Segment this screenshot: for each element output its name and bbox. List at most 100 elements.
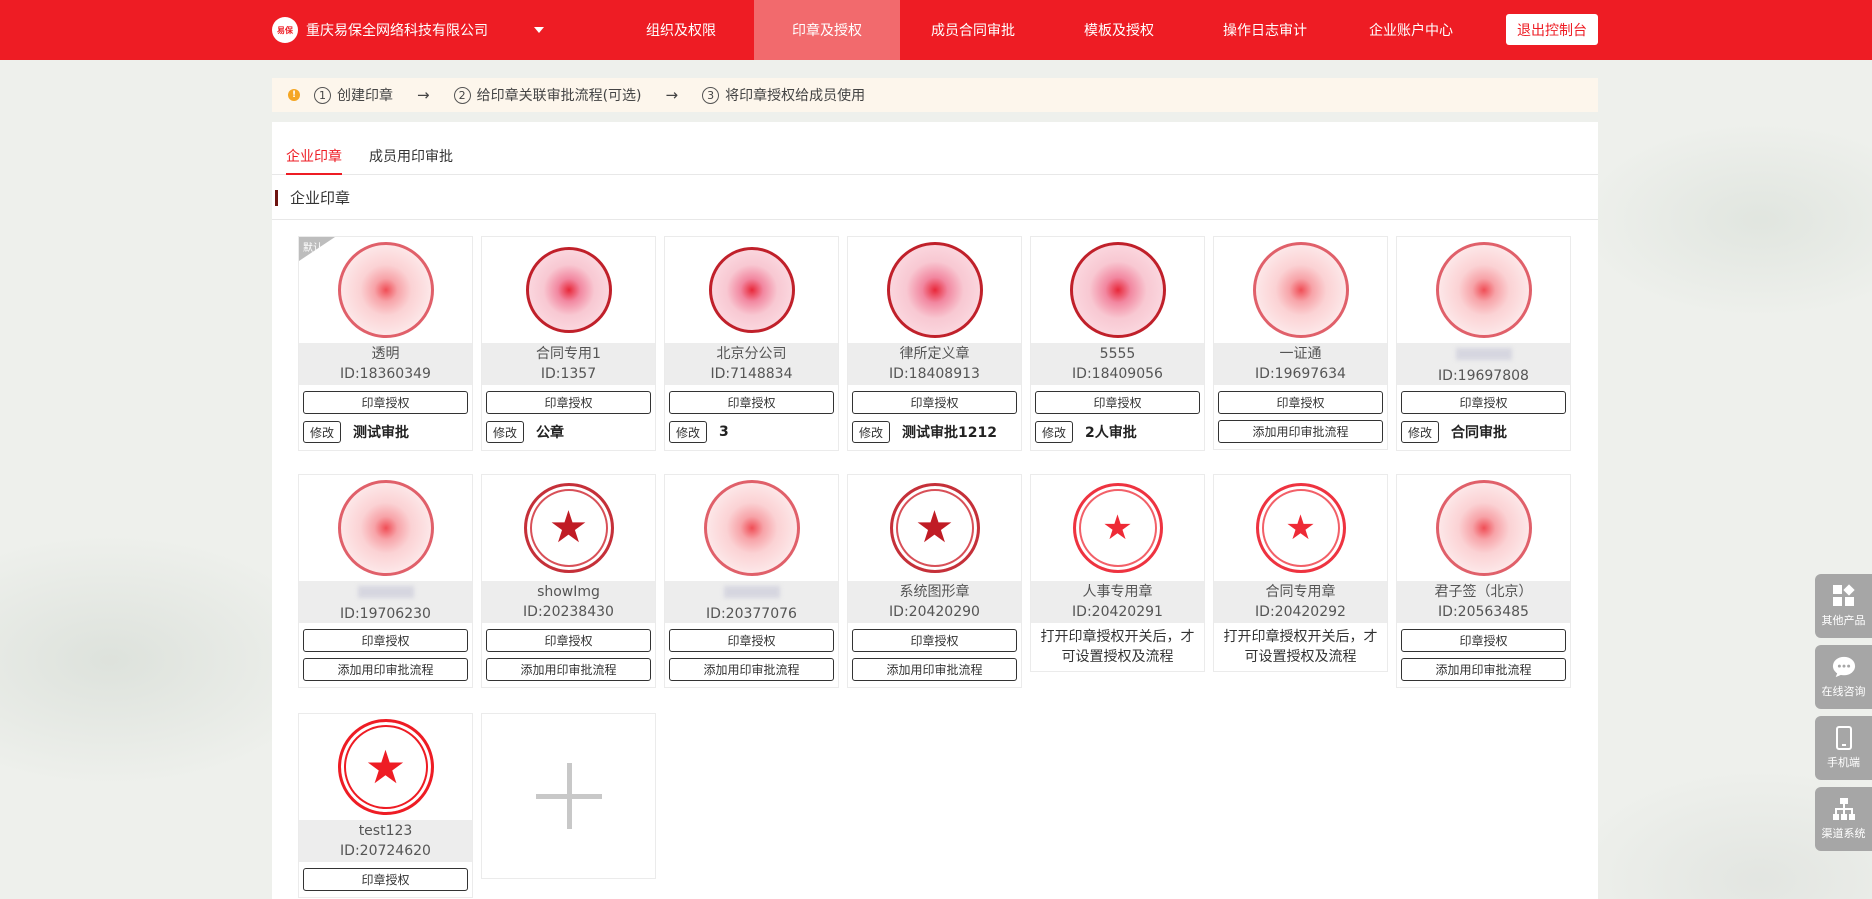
seal-image[interactable] <box>1069 242 1166 338</box>
seal-name: 一证通 <box>1279 346 1322 362</box>
company-name: 重庆易保全网络科技有限公司 <box>306 23 488 39</box>
authorize-button[interactable]: 印章授权 <box>852 629 1017 652</box>
authorize-button[interactable]: 印章授权 <box>852 391 1017 414</box>
chat-icon <box>1832 655 1856 679</box>
edit-flow-button[interactable]: 修改 <box>852 421 890 443</box>
add-flow-button[interactable]: 添加用印审批流程 <box>486 658 651 681</box>
chevron-down-icon[interactable] <box>534 27 544 33</box>
seal-id: ID:20420291 <box>1072 604 1163 620</box>
edit-flow-button[interactable]: 修改 <box>486 421 524 443</box>
seal-image[interactable]: ★ <box>337 719 434 815</box>
authorize-button[interactable]: 印章授权 <box>486 629 651 652</box>
side-mobile[interactable]: 手机端 <box>1815 716 1872 780</box>
step-label: 创建印章 <box>337 88 393 104</box>
seal-image[interactable] <box>886 242 983 338</box>
section-title: 企业印章 <box>290 189 351 207</box>
authorize-button[interactable]: 印章授权 <box>303 629 468 652</box>
step-2: 2 给印章关联审批流程(可选) <box>453 85 642 105</box>
tab-enterprise-seals[interactable]: 企业印章 <box>286 146 342 175</box>
seal-card: ★ 系统图形章 ID:20420290 印章授权 添加用印审批流程 <box>847 474 1022 688</box>
nav-org-permission[interactable]: 组织及权限 <box>608 0 754 60</box>
seal-image[interactable]: ★ <box>1255 483 1346 573</box>
exit-console-button[interactable]: 退出控制台 <box>1506 14 1598 45</box>
seal-name: 律所定义章 <box>899 346 970 362</box>
seal-id: ID:20724620 <box>340 843 431 859</box>
edit-flow-button[interactable]: 修改 <box>1401 421 1439 443</box>
top-navbar: 易保 重庆易保全网络科技有限公司 组织及权限 印章及授权 成员合同审批 模板及授… <box>0 0 1872 60</box>
seal-name: 合同专用1 <box>536 346 601 362</box>
company-switcher[interactable]: 易保 重庆易保全网络科技有限公司 <box>272 0 488 60</box>
seal-id: ID:18408913 <box>889 366 980 382</box>
add-flow-button[interactable]: 添加用印审批流程 <box>1218 420 1383 443</box>
seal-image[interactable] <box>1435 242 1532 338</box>
nav-seal-authorization[interactable]: 印章及授权 <box>754 0 900 60</box>
tab-member-seal-approval[interactable]: 成员用印审批 <box>369 146 453 173</box>
side-label: 手机端 <box>1827 756 1860 769</box>
authorize-button[interactable]: 印章授权 <box>1401 629 1566 652</box>
edit-flow-button[interactable]: 修改 <box>669 421 707 443</box>
edit-flow-button[interactable]: 修改 <box>303 421 341 443</box>
seal-id: ID:7148834 <box>710 366 793 382</box>
step-3: 3 将印章授权给成员使用 <box>702 85 865 105</box>
add-flow-button[interactable]: 添加用印审批流程 <box>1401 658 1566 681</box>
flow-name: 3 <box>719 424 729 440</box>
authorize-button[interactable]: 印章授权 <box>1401 391 1566 414</box>
seal-card: 君子签（北京） ID:20563485 印章授权 添加用印审批流程 <box>1396 474 1571 688</box>
seal-id: ID:20420290 <box>889 604 980 620</box>
seal-image[interactable] <box>1435 480 1532 576</box>
nav-template-authorization[interactable]: 模板及授权 <box>1046 0 1192 60</box>
add-seal-button[interactable] <box>481 713 656 879</box>
steps-guide: ! 1 创建印章 → 2 给印章关联审批流程(可选) → 3 将印章授权给成员使… <box>272 78 1598 112</box>
authorize-button[interactable]: 印章授权 <box>303 391 468 414</box>
tab-bar: 企业印章 成员用印审批 <box>272 122 1598 175</box>
authorize-button[interactable]: 印章授权 <box>486 391 651 414</box>
side-channel-system[interactable]: 渠道系统 <box>1815 787 1872 851</box>
seal-name-blurred <box>357 586 414 598</box>
seal-id: ID:19706230 <box>340 606 431 622</box>
main-nav: 组织及权限 印章及授权 成员合同审批 模板及授权 操作日志审计 企业账户中心 <box>608 0 1484 60</box>
seal-name: 5555 <box>1099 346 1136 362</box>
add-flow-button[interactable]: 添加用印审批流程 <box>852 658 1017 681</box>
authorize-button[interactable]: 印章授权 <box>1035 391 1200 414</box>
seal-image[interactable] <box>1252 242 1349 338</box>
authorize-button[interactable]: 印章授权 <box>1218 391 1383 414</box>
arrow-right-icon: → <box>417 86 430 104</box>
step-number: 2 <box>453 86 471 104</box>
step-number: 3 <box>702 86 720 104</box>
side-label: 渠道系统 <box>1821 827 1866 840</box>
star-icon: ★ <box>914 502 955 553</box>
seal-image[interactable] <box>703 480 800 576</box>
authorize-button[interactable]: 印章授权 <box>669 629 834 652</box>
company-logo: 易保 <box>272 17 298 43</box>
edit-flow-button[interactable]: 修改 <box>1035 421 1073 443</box>
seal-image[interactable]: ★ <box>1072 483 1163 573</box>
seal-image[interactable] <box>525 247 612 333</box>
authorize-button[interactable]: 印章授权 <box>669 391 834 414</box>
seal-name: 人事专用章 <box>1082 584 1153 600</box>
side-other-products[interactable]: 其他产品 <box>1815 574 1872 638</box>
seal-image[interactable]: ★ <box>523 483 614 573</box>
seal-image[interactable]: ★ <box>889 483 980 573</box>
side-label: 在线咨询 <box>1821 685 1866 698</box>
nav-operation-log-audit[interactable]: 操作日志审计 <box>1192 0 1338 60</box>
nav-enterprise-account[interactable]: 企业账户中心 <box>1338 0 1484 60</box>
nav-member-contract-approval[interactable]: 成员合同审批 <box>900 0 1046 60</box>
seal-id: ID:20377076 <box>706 606 797 622</box>
seal-image[interactable] <box>337 242 434 338</box>
star-icon: ★ <box>1102 508 1133 548</box>
seal-card: ID:20377076 印章授权 添加用印审批流程 <box>664 474 839 688</box>
seal-id: ID:20420292 <box>1255 604 1346 620</box>
side-label: 其他产品 <box>1821 614 1866 627</box>
star-icon: ★ <box>548 502 589 553</box>
add-flow-button[interactable]: 添加用印审批流程 <box>303 658 468 681</box>
step-1: 1 创建印章 <box>314 85 393 105</box>
seal-image[interactable] <box>708 247 795 333</box>
seal-name: 系统图形章 <box>899 584 970 600</box>
authorize-button[interactable]: 印章授权 <box>303 868 468 891</box>
add-flow-button[interactable]: 添加用印审批流程 <box>669 658 834 681</box>
flow-name: 测试审批 <box>353 425 409 441</box>
star-icon: ★ <box>364 740 407 794</box>
seal-name: test123 <box>358 823 413 839</box>
seal-image[interactable] <box>337 480 434 576</box>
side-online-consult[interactable]: 在线咨询 <box>1815 645 1872 709</box>
